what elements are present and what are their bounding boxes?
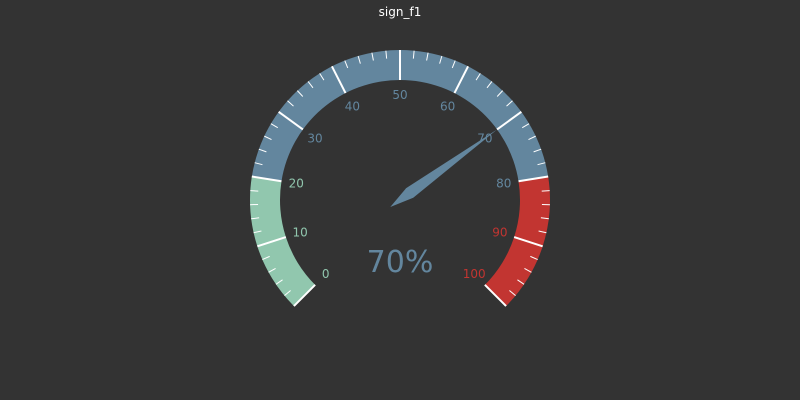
gauge-pointer (390, 129, 498, 208)
gauge-svg: 0102030405060708090100 70% (250, 50, 551, 307)
gauge-tick-label: 80 (496, 177, 511, 191)
gauge-tick-label: 20 (289, 177, 304, 191)
gauge-tick-label: 100 (463, 267, 486, 281)
gauge-pointer-group (390, 129, 498, 208)
gauge-band-2 (484, 176, 551, 307)
gauge-tick-label: 60 (440, 99, 455, 113)
gauge-tick-label: 30 (307, 131, 322, 145)
gauge-tick-label: 50 (392, 88, 407, 102)
gauge-tick-label: 0 (322, 267, 330, 281)
gauge-band-0 (250, 176, 316, 307)
gauge-tick-label: 40 (345, 99, 360, 113)
gauge-tick-label: 90 (492, 225, 507, 239)
gauge-minor-tick (250, 190, 259, 192)
gauge-chart: sign_f1 0102030405060708090100 70% (0, 0, 800, 400)
gauge-minor-tick (541, 190, 550, 192)
gauge-tick-label: 10 (292, 225, 307, 239)
gauge-detail-value: 70% (367, 245, 434, 280)
